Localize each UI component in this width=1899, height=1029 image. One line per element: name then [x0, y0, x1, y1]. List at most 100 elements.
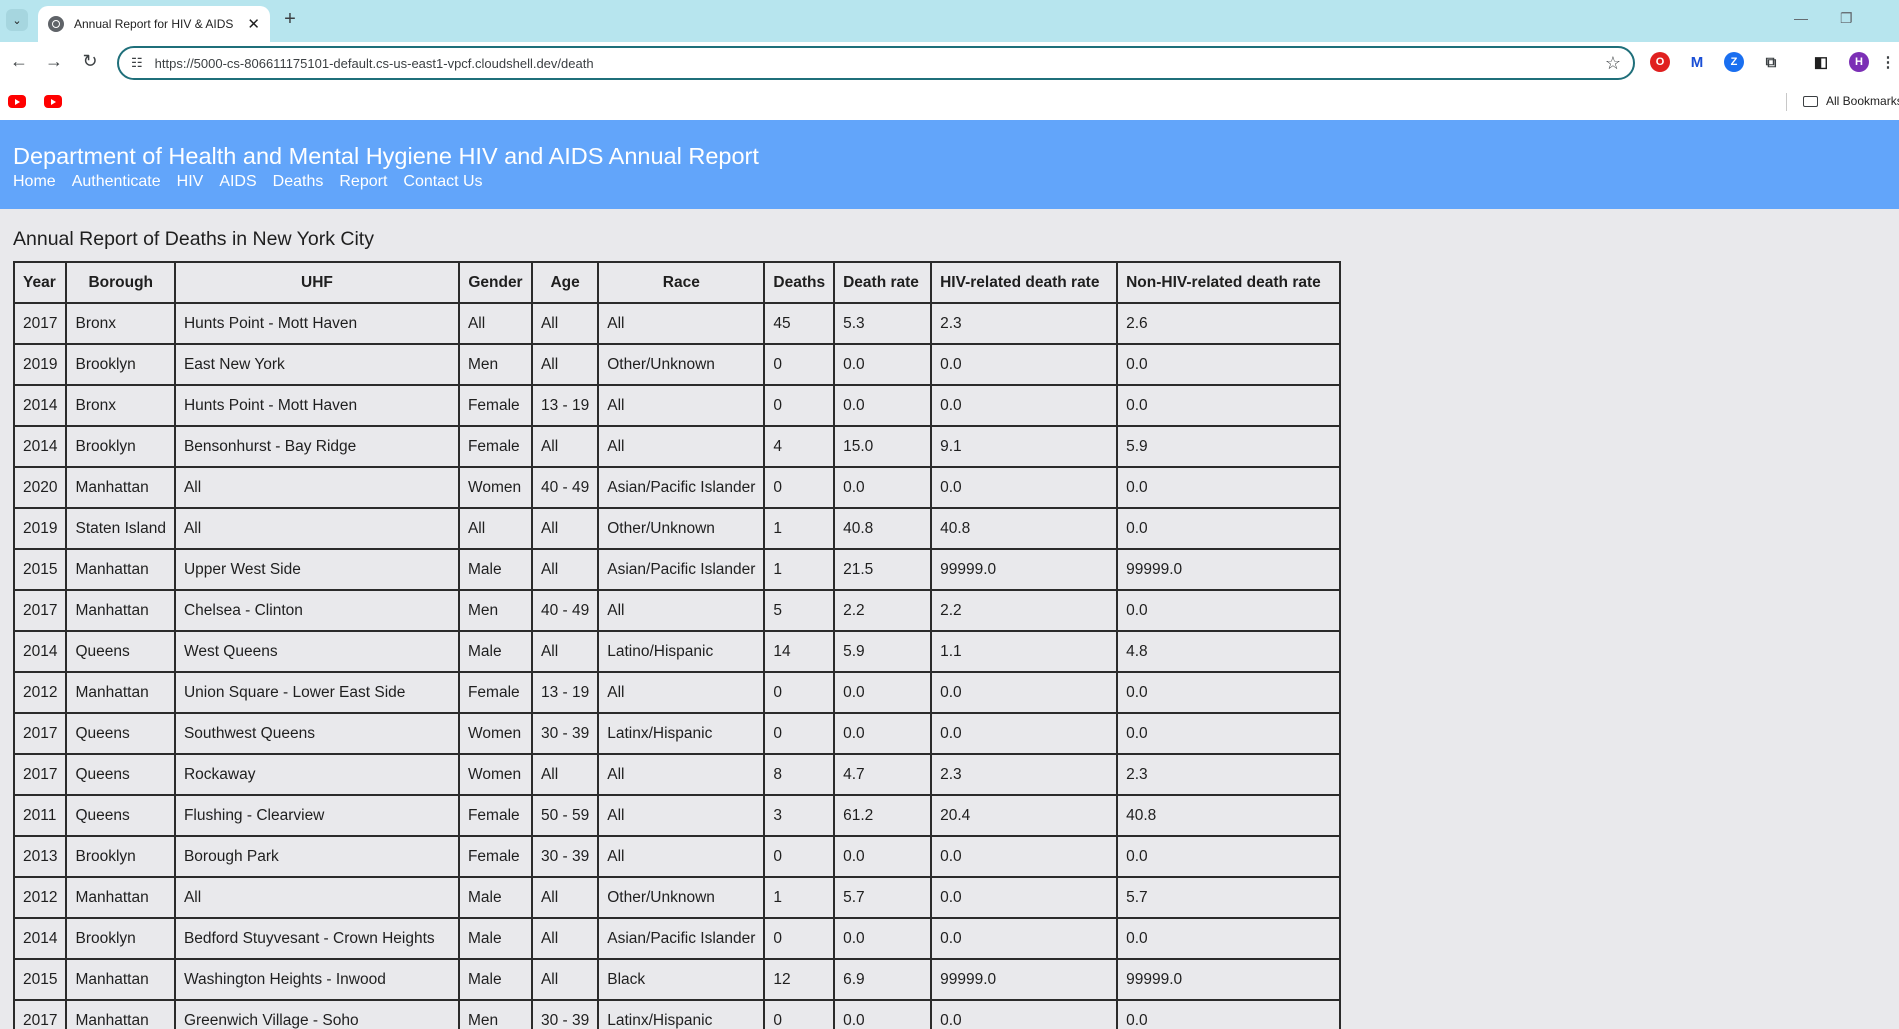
- table-row: 2017 Queens Rockaway Women All All 8 4.7 2.3 2.3: [12, 753, 1342, 796]
- cell-uhf: All: [173, 876, 460, 919]
- cell-death-rate: 5.7: [833, 876, 933, 919]
- cell-gender: Men: [457, 999, 533, 1029]
- site-info-icon[interactable]: ☷: [131, 55, 143, 71]
- deaths-table: Year Borough UHF Gender Age Race Deaths …: [12, 261, 1342, 1029]
- cell-non-hiv-death-rate: 5.7: [1116, 876, 1342, 919]
- cell-gender: Male: [457, 630, 533, 673]
- all-bookmarks-button[interactable]: All Bookmarks: [1803, 94, 1899, 108]
- column-header-race: Race: [597, 261, 766, 304]
- new-tab-icon[interactable]: +: [278, 8, 302, 31]
- cell-race: All: [597, 302, 766, 345]
- cell-non-hiv-death-rate: 0.0: [1116, 671, 1342, 714]
- minimize-icon[interactable]: —: [1794, 10, 1808, 26]
- cell-non-hiv-death-rate: 0.0: [1116, 589, 1342, 632]
- cell-non-hiv-death-rate: 4.8: [1116, 630, 1342, 673]
- tab-title: Annual Report for HIV & AIDS: [74, 17, 234, 31]
- cell-death-rate: 0.0: [833, 712, 933, 755]
- table-row: 2012 Manhattan All Male All Other/Unknown 1 5.7…: [12, 876, 1342, 919]
- reload-icon[interactable]: ↻: [78, 51, 102, 72]
- nav-contact-link[interactable]: Contact Us: [403, 172, 482, 192]
- nav-aids-link[interactable]: AIDS: [219, 172, 256, 192]
- cell-gender: Women: [457, 712, 533, 755]
- cell-death-rate: 15.0: [833, 425, 933, 468]
- site-header: Department of Health and Mental Hygiene …: [0, 120, 1899, 209]
- close-tab-icon[interactable]: ✕: [247, 15, 260, 33]
- cell-year: 2017: [12, 999, 68, 1029]
- address-bar[interactable]: ☷ https://5000-cs-806611175101-default.c…: [117, 46, 1635, 80]
- cell-borough: Manhattan: [65, 958, 176, 1001]
- cell-gender: Women: [457, 466, 533, 509]
- youtube-bookmark-icon[interactable]: [8, 95, 26, 108]
- browser-tab[interactable]: Annual Report for HIV & AIDS ✕: [38, 6, 270, 42]
- cell-deaths: 1: [763, 876, 836, 919]
- table-row: 2015 Manhattan Upper West Side Male All Asian…: [12, 548, 1342, 591]
- cell-gender: Female: [457, 835, 533, 878]
- cell-non-hiv-death-rate: 0.0: [1116, 835, 1342, 878]
- nav-home-link[interactable]: Home: [13, 172, 56, 192]
- cell-death-rate: 5.3: [833, 302, 933, 345]
- nav-authenticate-link[interactable]: Authenticate: [72, 172, 161, 192]
- puzzle-icon[interactable]: ⧉: [1761, 52, 1781, 72]
- bookmark-star-icon[interactable]: ☆: [1605, 53, 1621, 74]
- cell-borough: Manhattan: [65, 548, 176, 591]
- cell-uhf: Bensonhurst - Bay Ridge: [173, 425, 460, 468]
- cell-age: All: [530, 548, 600, 591]
- cell-deaths: 0: [763, 343, 836, 386]
- cell-deaths: 12: [763, 958, 836, 1001]
- cell-non-hiv-death-rate: 2.3: [1116, 753, 1342, 796]
- nav-hiv-link[interactable]: HIV: [177, 172, 204, 192]
- cell-borough: Bronx: [65, 302, 176, 345]
- restore-icon[interactable]: ❐: [1840, 10, 1853, 27]
- cell-hiv-death-rate: 1.1: [930, 630, 1119, 673]
- cell-hiv-death-rate: 0.0: [930, 999, 1119, 1029]
- column-header-gender: Gender: [457, 261, 533, 304]
- cell-race: Latinx/Hispanic: [597, 999, 766, 1029]
- cell-year: 2012: [12, 671, 68, 714]
- opera-icon[interactable]: O: [1650, 52, 1670, 72]
- cell-borough: Manhattan: [65, 999, 176, 1029]
- cell-non-hiv-death-rate: 0.0: [1116, 384, 1342, 427]
- table-row: 2020 Manhattan All Women 40 - 49 Asian/Pacifi…: [12, 466, 1342, 509]
- side-panel-icon[interactable]: ◧: [1811, 52, 1831, 72]
- cell-death-rate: 2.2: [833, 589, 933, 632]
- cell-uhf: Bedford Stuyvesant - Crown Heights: [173, 917, 460, 960]
- cell-deaths: 14: [763, 630, 836, 673]
- table-row: 2017 Manhattan Chelsea - Clinton Men 40 - 49…: [12, 589, 1342, 632]
- profile-avatar[interactable]: H: [1849, 52, 1869, 72]
- cell-deaths: 1: [763, 507, 836, 550]
- cell-race: Latinx/Hispanic: [597, 712, 766, 755]
- cell-year: 2014: [12, 384, 68, 427]
- nav-report-link[interactable]: Report: [339, 172, 387, 192]
- cell-non-hiv-death-rate: 0.0: [1116, 999, 1342, 1029]
- cell-year: 2015: [12, 958, 68, 1001]
- cell-race: Other/Unknown: [597, 507, 766, 550]
- cell-hiv-death-rate: 0.0: [930, 671, 1119, 714]
- tab-search-icon[interactable]: ⌄: [6, 9, 28, 31]
- forward-icon[interactable]: →: [42, 51, 66, 72]
- cell-hiv-death-rate: 0.0: [930, 343, 1119, 386]
- cell-deaths: 5: [763, 589, 836, 632]
- cell-age: 30 - 39: [530, 835, 600, 878]
- cell-gender: Male: [457, 917, 533, 960]
- cell-gender: Female: [457, 425, 533, 468]
- cell-non-hiv-death-rate: 0.0: [1116, 917, 1342, 960]
- m-icon[interactable]: M: [1687, 52, 1707, 72]
- cell-borough: Queens: [65, 753, 176, 796]
- youtube-bookmark-icon[interactable]: [44, 95, 62, 108]
- cell-year: 2012: [12, 876, 68, 919]
- cell-hiv-death-rate: 2.3: [930, 753, 1119, 796]
- cell-uhf: All: [173, 507, 460, 550]
- url-text[interactable]: https://5000-cs-806611175101-default.cs-…: [155, 56, 1605, 71]
- nav-deaths-link[interactable]: Deaths: [273, 172, 324, 192]
- back-icon[interactable]: ←: [7, 51, 31, 72]
- cell-race: All: [597, 384, 766, 427]
- z-icon[interactable]: Z: [1724, 52, 1744, 72]
- cell-race: Other/Unknown: [597, 876, 766, 919]
- cell-borough: Queens: [65, 630, 176, 673]
- cell-hiv-death-rate: 9.1: [930, 425, 1119, 468]
- bookmarks-divider: [1786, 93, 1787, 111]
- cell-non-hiv-death-rate: 40.8: [1116, 794, 1342, 837]
- menu-icon[interactable]: ⋮: [1881, 52, 1896, 72]
- cell-hiv-death-rate: 20.4: [930, 794, 1119, 837]
- cell-death-rate: 21.5: [833, 548, 933, 591]
